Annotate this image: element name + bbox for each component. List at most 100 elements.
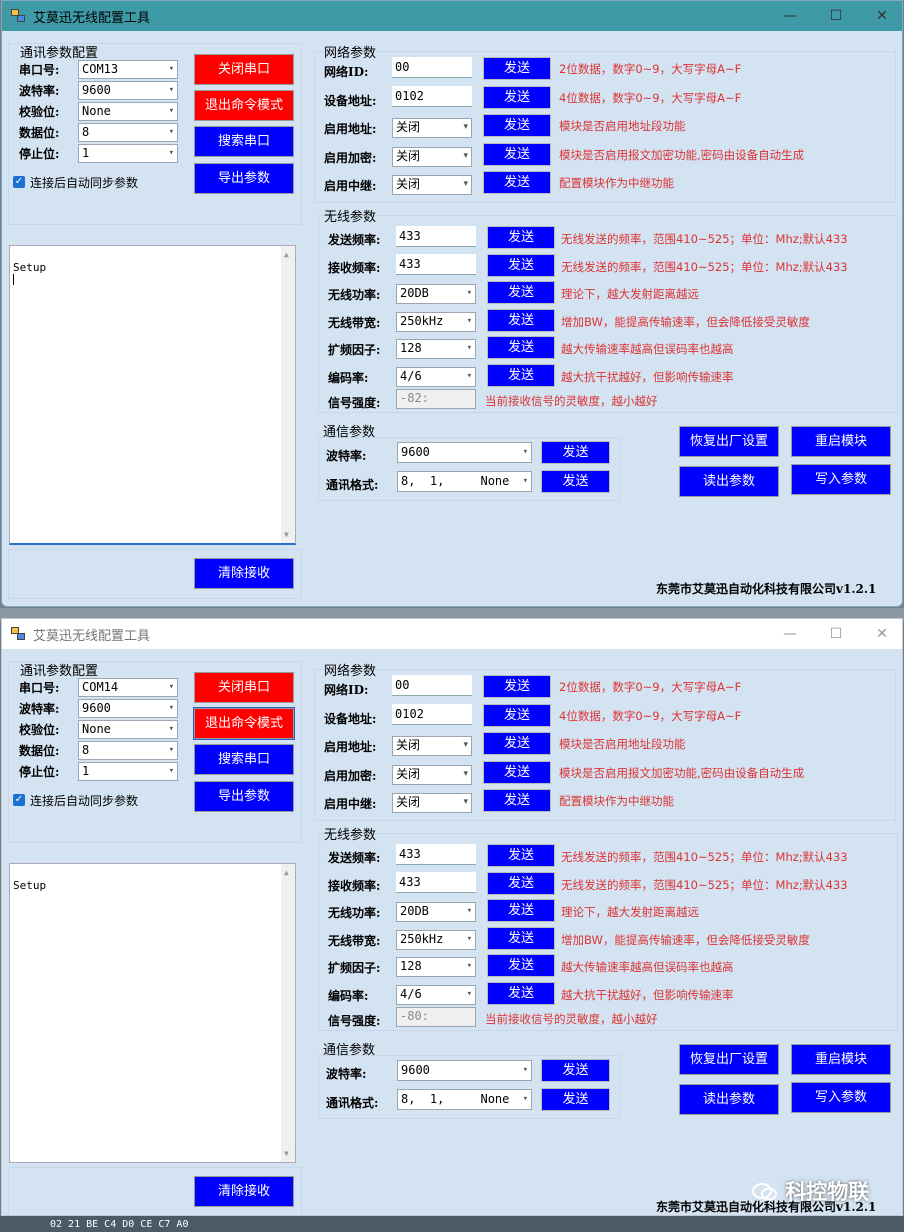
comm-format-select[interactable]: 8, 1, None ▾ xyxy=(397,471,532,492)
send-frequency-send-button[interactable]: 发送 xyxy=(487,226,555,249)
wireless-bandwidth-send-button[interactable]: 发送 xyxy=(487,926,555,950)
enable-encryption-send-button[interactable]: 发送 xyxy=(483,142,551,166)
network-id-send-button[interactable]: 发送 xyxy=(483,675,551,698)
coding-rate-send-button[interactable]: 发送 xyxy=(487,363,555,387)
baud-select[interactable]: 9600 ▾ xyxy=(78,81,178,100)
maximize-button[interactable]: ☐ xyxy=(822,5,850,27)
databits-select[interactable]: 8 ▾ xyxy=(78,741,178,760)
receive-scrollbar[interactable]: ▲ ▼ xyxy=(281,864,295,1162)
enable-relay-select[interactable]: 关闭 ▾ xyxy=(392,175,472,196)
write-params-button[interactable]: 写入参数 xyxy=(791,464,891,495)
wireless-power-select[interactable]: 20DB ▾ xyxy=(396,284,476,304)
device-address-input[interactable]: 0102 xyxy=(392,703,472,725)
scroll-up-icon[interactable]: ▲ xyxy=(284,868,289,877)
port-select[interactable]: COM13 ▾ xyxy=(78,60,178,79)
spreading-factor-send-button[interactable]: 发送 xyxy=(487,336,555,359)
enable-encryption-select[interactable]: 关闭 ▾ xyxy=(392,764,472,785)
send-frequency-input[interactable]: 433 xyxy=(396,844,476,865)
export-params-button[interactable]: 导出参数 xyxy=(194,781,294,812)
exit-command-mode-button[interactable]: 退出命令模式 xyxy=(194,90,294,121)
read-params-button[interactable]: 读出参数 xyxy=(679,1084,779,1115)
title-bar[interactable]: 艾莫迅无线配置工具 — ☐ ✕ xyxy=(2,619,902,649)
network-id-send-button[interactable]: 发送 xyxy=(483,57,551,80)
receive-frequency-send-button[interactable]: 发送 xyxy=(487,253,555,277)
close-button[interactable]: ✕ xyxy=(868,623,896,645)
comm-baud-select[interactable]: 9600 ▾ xyxy=(397,442,532,463)
label-coding-rate: 编码率: xyxy=(328,370,369,385)
enable-address-send-button[interactable]: 发送 xyxy=(483,114,551,138)
comm-format-send-button[interactable]: 发送 xyxy=(541,470,610,493)
databits-select[interactable]: 8 ▾ xyxy=(78,123,178,142)
restart-module-button[interactable]: 重启模块 xyxy=(791,426,891,457)
close-button[interactable]: ✕ xyxy=(868,5,896,27)
receive-textarea[interactable]: Setup ▲ ▼ xyxy=(9,245,296,545)
network-id-input[interactable]: 00 xyxy=(392,57,472,78)
restart-module-button[interactable]: 重启模块 xyxy=(791,1044,891,1075)
wireless-power-send-button[interactable]: 发送 xyxy=(487,899,555,922)
title-bar[interactable]: 艾莫迅无线配置工具 — ☐ ✕ xyxy=(2,1,902,31)
comm-format-select[interactable]: 8, 1, None ▾ xyxy=(397,1089,532,1110)
comm-format-send-button[interactable]: 发送 xyxy=(541,1088,610,1111)
receive-frequency-input[interactable]: 433 xyxy=(396,871,476,893)
receive-frequency-input[interactable]: 433 xyxy=(396,253,476,275)
search-port-button[interactable]: 搜索串口 xyxy=(194,744,294,775)
wireless-bandwidth-send-button[interactable]: 发送 xyxy=(487,308,555,332)
send-frequency-send-button[interactable]: 发送 xyxy=(487,844,555,867)
wireless-bandwidth-select[interactable]: 250kHz ▾ xyxy=(396,929,476,950)
enable-relay-send-button[interactable]: 发送 xyxy=(483,789,551,813)
spreading-factor-select[interactable]: 128 ▾ xyxy=(396,957,476,977)
device-address-send-button[interactable]: 发送 xyxy=(483,703,551,727)
auto-sync-checkbox[interactable]: ✓ xyxy=(13,176,25,188)
wireless-power-select[interactable]: 20DB ▾ xyxy=(396,902,476,922)
wireless-power-send-button[interactable]: 发送 xyxy=(487,281,555,304)
write-params-button[interactable]: 写入参数 xyxy=(791,1082,891,1113)
enable-address-select[interactable]: 关闭 ▾ xyxy=(392,736,472,757)
maximize-button[interactable]: ☐ xyxy=(822,623,850,645)
spreading-factor-select[interactable]: 128 ▾ xyxy=(396,339,476,359)
enable-relay-select[interactable]: 关闭 ▾ xyxy=(392,793,472,814)
stopbits-select[interactable]: 1 ▾ xyxy=(78,762,178,781)
search-port-button[interactable]: 搜索串口 xyxy=(194,126,294,157)
coding-rate-select[interactable]: 4/6 ▾ xyxy=(396,984,476,1005)
minimize-button[interactable]: — xyxy=(776,5,804,27)
scroll-down-icon[interactable]: ▼ xyxy=(284,1149,289,1158)
enable-encryption-select[interactable]: 关闭 ▾ xyxy=(392,146,472,167)
enable-address-send-button[interactable]: 发送 xyxy=(483,732,551,756)
label-port: 串口号: xyxy=(19,63,60,77)
clear-receive-button[interactable]: 清除接收 xyxy=(194,558,294,589)
comm-baud-send-button[interactable]: 发送 xyxy=(541,441,610,464)
port-select[interactable]: COM14 ▾ xyxy=(78,678,178,697)
receive-scrollbar[interactable]: ▲ ▼ xyxy=(281,246,295,543)
stopbits-select[interactable]: 1 ▾ xyxy=(78,144,178,163)
exit-command-mode-button[interactable]: 退出命令模式 xyxy=(193,707,295,740)
wireless-bandwidth-select[interactable]: 250kHz ▾ xyxy=(396,311,476,332)
comm-baud-select[interactable]: 9600 ▾ xyxy=(397,1060,532,1081)
factory-reset-button[interactable]: 恢复出厂设置 xyxy=(679,1044,779,1075)
close-port-button[interactable]: 关闭串口 xyxy=(194,672,294,703)
spreading-factor-send-button[interactable]: 发送 xyxy=(487,954,555,977)
close-port-button[interactable]: 关闭串口 xyxy=(194,54,294,85)
enable-address-select[interactable]: 关闭 ▾ xyxy=(392,118,472,139)
parity-select[interactable]: None ▾ xyxy=(78,102,178,121)
network-id-input[interactable]: 00 xyxy=(392,675,472,696)
receive-textarea[interactable]: Setup ▲ ▼ xyxy=(9,863,296,1163)
read-params-button[interactable]: 读出参数 xyxy=(679,466,779,497)
baud-select[interactable]: 9600 ▾ xyxy=(78,699,178,718)
scroll-down-icon[interactable]: ▼ xyxy=(284,530,289,539)
send-frequency-input[interactable]: 433 xyxy=(396,226,476,247)
enable-relay-send-button[interactable]: 发送 xyxy=(483,171,551,195)
comm-baud-send-button[interactable]: 发送 xyxy=(541,1059,610,1082)
minimize-button[interactable]: — xyxy=(776,623,804,645)
parity-select[interactable]: None ▾ xyxy=(78,720,178,739)
device-address-send-button[interactable]: 发送 xyxy=(483,85,551,109)
export-params-button[interactable]: 导出参数 xyxy=(194,163,294,194)
enable-encryption-send-button[interactable]: 发送 xyxy=(483,760,551,784)
coding-rate-select[interactable]: 4/6 ▾ xyxy=(396,366,476,387)
device-address-input[interactable]: 0102 xyxy=(392,85,472,107)
coding-rate-send-button[interactable]: 发送 xyxy=(487,981,555,1005)
scroll-up-icon[interactable]: ▲ xyxy=(284,250,289,259)
clear-receive-button[interactable]: 清除接收 xyxy=(194,1176,294,1207)
factory-reset-button[interactable]: 恢复出厂设置 xyxy=(679,426,779,457)
receive-frequency-send-button[interactable]: 发送 xyxy=(487,871,555,895)
auto-sync-checkbox[interactable]: ✓ xyxy=(13,794,25,806)
